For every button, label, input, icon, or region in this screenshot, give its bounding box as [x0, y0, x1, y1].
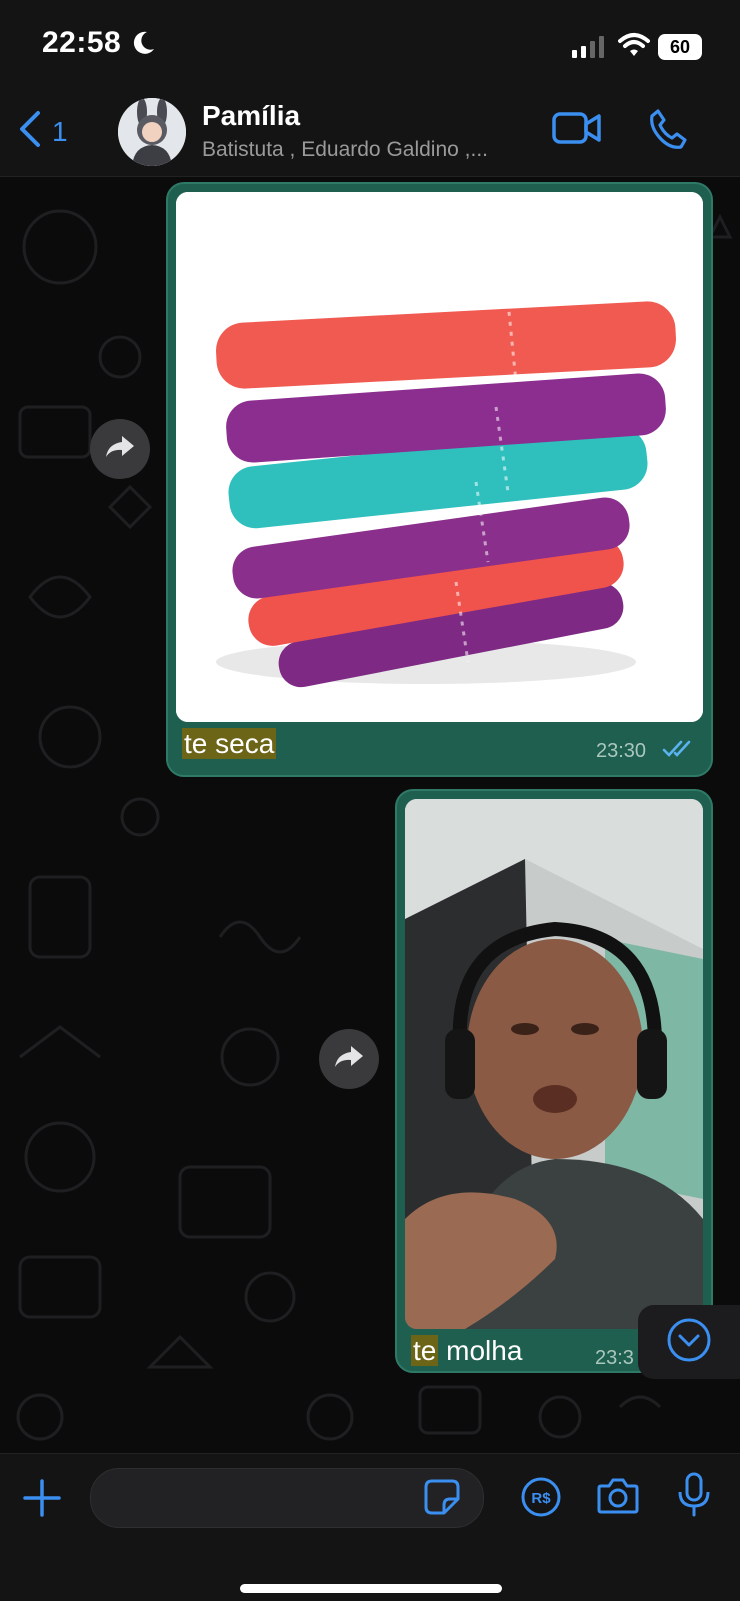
- camera-button[interactable]: [596, 1476, 640, 1521]
- forward-icon: [333, 1044, 365, 1075]
- voice-message-button[interactable]: [676, 1472, 712, 1523]
- signal-icon: [572, 36, 606, 63]
- pix-payment-button[interactable]: R$: [520, 1476, 562, 1523]
- chat-area[interactable]: te seca 23:30 te molha 23:3: [0, 177, 740, 1453]
- chevron-down-icon: [666, 1317, 712, 1368]
- mic-icon: [676, 1472, 712, 1522]
- sticker-icon: [424, 1479, 460, 1519]
- camera-icon: [596, 1478, 640, 1520]
- chat-header: 1 Pamília Batistuta , Eduardo Galdino ,.…: [0, 90, 740, 177]
- forward-button[interactable]: [319, 1029, 379, 1089]
- video-call-button[interactable]: [552, 110, 602, 151]
- home-indicator[interactable]: [240, 1584, 502, 1593]
- message-time: 23:30: [596, 740, 647, 762]
- phone-icon: [648, 109, 688, 154]
- sticker-button[interactable]: [424, 1479, 460, 1520]
- voice-call-button[interactable]: [648, 108, 688, 155]
- group-members[interactable]: Batistuta , Eduardo Galdino ,...: [202, 138, 488, 162]
- message-image[interactable]: [176, 192, 703, 722]
- search-highlight: te seca: [182, 728, 277, 759]
- read-receipt-icon: [662, 739, 696, 764]
- group-avatar[interactable]: [118, 98, 186, 166]
- message-bubble[interactable]: te molha 23:3: [395, 789, 713, 1373]
- clock: 22:58: [42, 26, 122, 59]
- group-name[interactable]: Pamília: [202, 100, 300, 132]
- scroll-to-bottom-button[interactable]: [638, 1305, 740, 1379]
- unread-count: 1: [52, 115, 68, 147]
- attach-button[interactable]: [22, 1478, 62, 1523]
- message-caption: te seca: [182, 728, 277, 760]
- search-highlight: te: [411, 1335, 439, 1366]
- composer-bar: R$: [0, 1453, 740, 1601]
- battery-level: 60: [658, 34, 702, 60]
- forward-icon: [104, 434, 136, 465]
- svg-text:R$: R$: [531, 1490, 551, 1507]
- back-button[interactable]: 1: [16, 110, 68, 153]
- status-bar: 22:58 60: [0, 0, 740, 90]
- forward-button[interactable]: [90, 419, 150, 479]
- video-call-icon: [552, 112, 602, 150]
- message-caption: te molha: [411, 1335, 523, 1366]
- moon-icon: [132, 30, 156, 61]
- wifi-icon: [618, 32, 650, 63]
- pix-icon: R$: [520, 1477, 562, 1522]
- message-time: 23:3: [595, 1347, 634, 1369]
- back-chevron-icon: [16, 110, 42, 153]
- plus-icon: [22, 1479, 62, 1522]
- message-bubble[interactable]: te seca 23:30: [166, 182, 713, 777]
- message-image[interactable]: [405, 799, 703, 1329]
